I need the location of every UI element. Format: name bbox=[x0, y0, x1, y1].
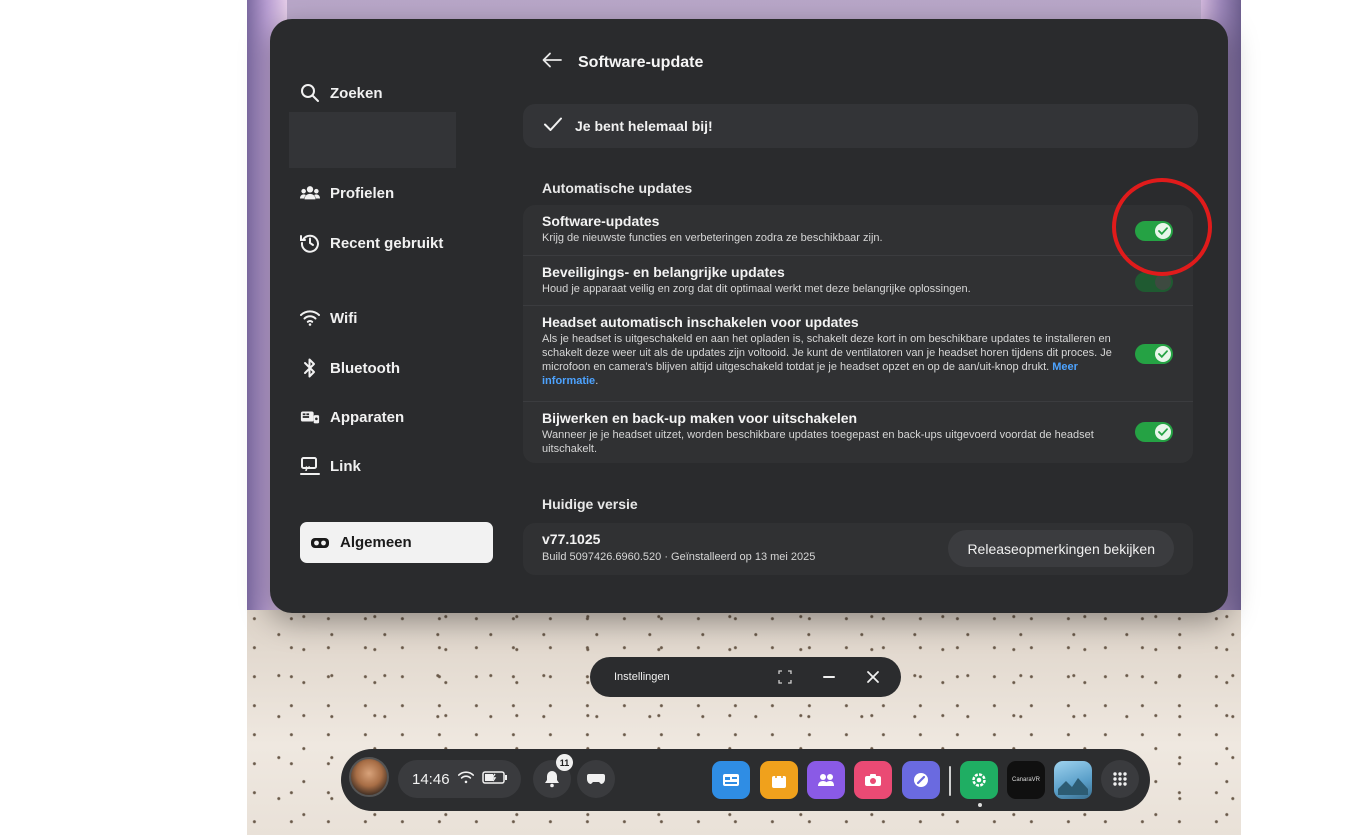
window-title: Instellingen bbox=[614, 671, 670, 683]
sidebar-item-label: Algemeen bbox=[340, 534, 412, 551]
sidebar-item-label: Profielen bbox=[330, 184, 395, 202]
landscape-thumbnail-icon bbox=[1058, 778, 1088, 795]
setting-row-software-updates: Software-updates Krijg de nieuwste funct… bbox=[523, 205, 1193, 256]
active-app-indicator bbox=[978, 803, 982, 807]
toggle-check-icon bbox=[1155, 424, 1171, 440]
setting-title: Headset automatisch inschakelen voor upd… bbox=[542, 314, 859, 330]
app-tile-label: CanaraVR bbox=[1011, 777, 1040, 783]
notifications-button[interactable]: 11 bbox=[533, 754, 573, 798]
current-version-card: v77.1025 Build 5097426.6960.520 · Geïnst… bbox=[523, 523, 1193, 575]
horizon-icon bbox=[914, 773, 928, 787]
shopping-bag-icon bbox=[772, 771, 786, 788]
close-icon[interactable] bbox=[862, 666, 884, 688]
link-cast-icon bbox=[300, 456, 320, 476]
taskbar-divider bbox=[949, 766, 951, 796]
toggle-knob bbox=[1155, 274, 1171, 290]
auto-updates-card: Software-updates Krijg de nieuwste funct… bbox=[523, 205, 1193, 463]
taskbar: 14:46 11 CanaraVR bbox=[341, 749, 1150, 811]
sidebar-search[interactable]: Zoeken bbox=[300, 73, 383, 113]
release-notes-button[interactable]: Releaseopmerkingen bekijken bbox=[948, 530, 1174, 567]
sidebar-item-apparaten[interactable]: Apparaten bbox=[300, 397, 404, 437]
page-header: Software-update bbox=[542, 52, 703, 73]
version-number: v77.1025 bbox=[542, 531, 601, 547]
devices-icon bbox=[300, 407, 320, 427]
setting-description-text: Als je headset is uitgeschakeld en aan h… bbox=[542, 333, 1112, 373]
history-icon bbox=[300, 233, 320, 253]
sidebar-placeholder-block bbox=[289, 112, 456, 168]
window-control-bar[interactable]: Instellingen bbox=[590, 657, 901, 697]
setting-description: Wanneer je je headset uitzet, worden bes… bbox=[542, 429, 1094, 455]
settings-panel: Zoeken Profielen Recent gebruikt Wifi Bl… bbox=[270, 19, 1228, 613]
sidebar-item-wifi[interactable]: Wifi bbox=[300, 298, 357, 338]
current-version-section-title: Huidige versie bbox=[542, 496, 638, 512]
search-icon bbox=[300, 83, 320, 103]
vr-headset-icon bbox=[310, 533, 330, 553]
app-landscape-game[interactable] bbox=[1054, 761, 1092, 799]
setting-description: Krijg de nieuwste functies en verbeterin… bbox=[542, 232, 883, 244]
minimize-icon[interactable] bbox=[818, 666, 840, 688]
update-before-shutdown-toggle[interactable] bbox=[1135, 422, 1173, 442]
update-status-text: Je bent helemaal bij! bbox=[575, 118, 713, 134]
vr-headset-icon bbox=[587, 774, 605, 784]
wifi-status-icon bbox=[457, 770, 474, 788]
app-settings[interactable] bbox=[960, 761, 998, 799]
quick-settings-pill[interactable]: 14:46 bbox=[398, 760, 521, 798]
sidebar-item-profielen[interactable]: Profielen bbox=[300, 173, 394, 213]
people-icon bbox=[300, 183, 320, 203]
setting-title: Beveiligings- en belangrijke updates bbox=[542, 264, 785, 280]
battery-charging-icon bbox=[481, 770, 508, 788]
toggle-check-icon bbox=[1155, 346, 1171, 362]
setting-row-security-updates: Beveiligings- en belangrijke updates Hou… bbox=[523, 256, 1193, 306]
sidebar-item-label: Wifi bbox=[330, 309, 358, 327]
auto-updates-section-title: Automatische updates bbox=[542, 180, 693, 196]
sidebar-item-link[interactable]: Link bbox=[300, 446, 361, 486]
setting-row-update-before-shutdown: Bijwerken en back-up maken voor uitschak… bbox=[523, 402, 1193, 463]
gear-icon bbox=[972, 773, 986, 787]
camera-icon bbox=[865, 774, 881, 786]
headset-auto-on-toggle[interactable] bbox=[1135, 344, 1173, 364]
page-title: Software-update bbox=[578, 53, 704, 71]
sidebar-item-label: Bluetooth bbox=[330, 359, 400, 377]
setting-row-headset-auto-on: Headset automatisch inschakelen voor upd… bbox=[523, 306, 1193, 402]
app-horizon[interactable] bbox=[902, 761, 940, 799]
grid-icon bbox=[1113, 772, 1127, 786]
wifi-icon bbox=[300, 308, 320, 328]
sidebar-item-recent-gebruikt[interactable]: Recent gebruikt bbox=[300, 223, 443, 263]
back-arrow-icon[interactable] bbox=[542, 52, 562, 73]
sidebar-item-label: Link bbox=[330, 457, 361, 475]
app-social[interactable] bbox=[807, 761, 845, 799]
setting-description: Als je headset is uitgeschakeld en aan h… bbox=[542, 333, 1112, 387]
headset-menu-button[interactable] bbox=[577, 760, 615, 798]
app-library-button[interactable] bbox=[1101, 760, 1139, 798]
sidebar-item-label: Apparaten bbox=[330, 408, 405, 426]
notification-count-badge: 11 bbox=[556, 754, 573, 771]
setting-title: Software-updates bbox=[542, 213, 660, 229]
checkmark-icon bbox=[543, 116, 563, 137]
update-status-card: Je bent helemaal bij! bbox=[523, 104, 1198, 148]
sidebar-search-label: Zoeken bbox=[330, 84, 383, 102]
app-people-card[interactable] bbox=[712, 761, 750, 799]
red-highlight-circle bbox=[1112, 178, 1212, 276]
bluetooth-icon bbox=[300, 358, 320, 378]
app-store[interactable] bbox=[760, 761, 798, 799]
id-card-icon bbox=[723, 774, 739, 786]
clock-time: 14:46 bbox=[412, 770, 450, 788]
setting-description: Houd je apparaat veilig en zorg dat dit … bbox=[542, 283, 971, 295]
expand-icon[interactable] bbox=[774, 666, 796, 688]
sidebar-item-algemeen[interactable]: Algemeen bbox=[300, 522, 493, 563]
version-build-info: Build 5097426.6960.520 · Geïnstalleerd o… bbox=[542, 551, 816, 563]
app-canara-vr[interactable]: CanaraVR bbox=[1007, 761, 1045, 799]
sidebar-item-label: Recent gebruikt bbox=[330, 234, 444, 252]
bell-icon bbox=[545, 771, 559, 788]
avatar[interactable] bbox=[349, 757, 389, 797]
people-icon bbox=[818, 774, 834, 786]
app-camera[interactable] bbox=[854, 761, 892, 799]
setting-title: Bijwerken en back-up maken voor uitschak… bbox=[542, 410, 858, 426]
sidebar-item-bluetooth[interactable]: Bluetooth bbox=[300, 348, 400, 388]
